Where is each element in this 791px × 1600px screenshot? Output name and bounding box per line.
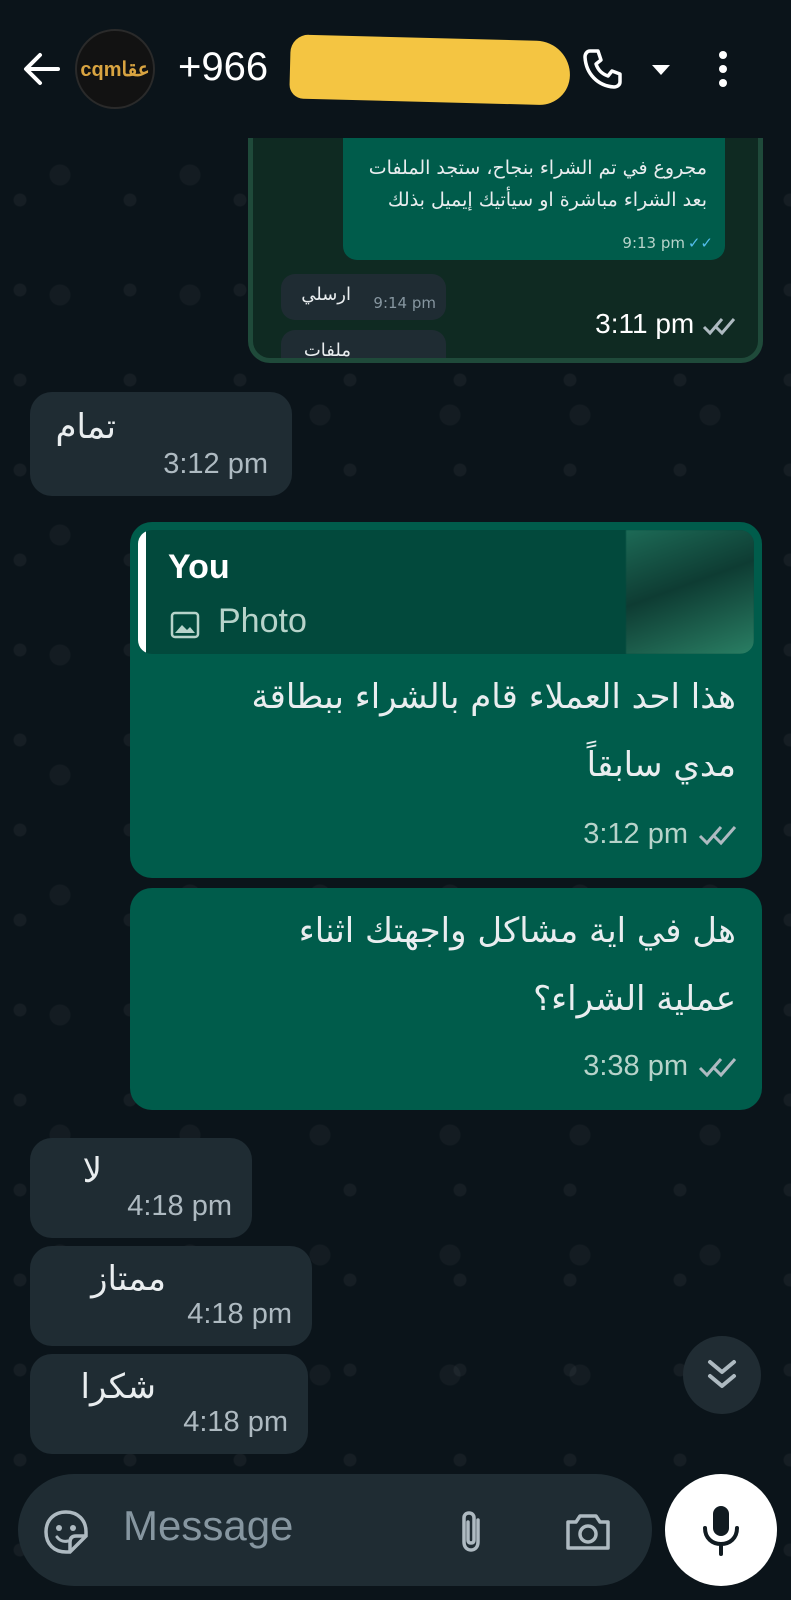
quote-author: You: [168, 548, 230, 586]
preview-incoming-bubble-1: ارسلي 9:14 pm: [281, 274, 446, 320]
more-options-icon[interactable]: [708, 45, 738, 93]
message-time: 4:18 pm: [127, 1190, 232, 1222]
outgoing-message[interactable]: هل في اية مشاكل واجهتك اثناء عملية الشرا…: [130, 888, 762, 1110]
sticker-icon[interactable]: [40, 1506, 92, 1558]
read-ticks-icon: [698, 826, 737, 846]
message-time: 4:18 pm: [187, 1298, 292, 1330]
message-time: 4:18 pm: [183, 1406, 288, 1438]
message-composer[interactable]: Message: [18, 1474, 652, 1586]
read-ticks-icon: [698, 1058, 737, 1078]
quote-accent-bar: [138, 530, 146, 654]
incoming-message[interactable]: تمام 3:12 pm: [30, 392, 292, 496]
phone-icon[interactable]: [578, 45, 626, 93]
quoted-screenshot-card[interactable]: مجروع في تم الشراء بنجاح، ستجد الملفات ب…: [248, 138, 763, 363]
preview-outgoing-time: 9:13 pm: [622, 234, 685, 252]
scroll-to-bottom-button[interactable]: [683, 1336, 761, 1414]
incoming-message[interactable]: لا 4:18 pm: [30, 1138, 252, 1238]
message-meta: 3:11 pm: [595, 308, 738, 340]
message-time: 3:11 pm: [595, 308, 695, 339]
message-text-line-1: هذا احد العملاء قام بالشراء ببطاقة: [251, 677, 736, 717]
message-text-line-2: عملية الشراء؟: [533, 979, 736, 1019]
message-text: لا: [82, 1151, 102, 1191]
message-text-line-2: مدي سابقاً: [586, 745, 736, 785]
preview-incoming-text-2: ملفات: [303, 340, 351, 361]
message-time: 3:38 pm: [583, 1050, 688, 1082]
preview-outgoing-text: مجروع في تم الشراء بنجاح، ستجد الملفات ب…: [368, 157, 707, 211]
message-time: 3:12 pm: [163, 448, 268, 480]
photo-icon: [170, 611, 200, 639]
attach-icon[interactable]: [446, 1506, 498, 1558]
avatar-logo: cqmعقا: [80, 58, 150, 81]
chevron-down-icon[interactable]: [646, 45, 676, 93]
message-text: تمام: [55, 407, 116, 447]
outgoing-reply-message[interactable]: You Photo هذا احد العملاء قام بالشراء بب…: [130, 522, 762, 878]
preview-outgoing-bubble: مجروع في تم الشراء بنجاح، ستجد الملفات ب…: [343, 138, 725, 260]
mic-button[interactable]: [665, 1474, 777, 1586]
preview-read-ticks-icon: ✓✓: [687, 234, 713, 252]
read-ticks-icon: [702, 317, 736, 335]
incoming-message[interactable]: شكرا 4:18 pm: [30, 1354, 308, 1454]
preview-incoming-text-1: ارسلي: [301, 284, 351, 305]
preview-incoming-time-1: 9:14 pm: [373, 294, 436, 312]
preview-incoming-bubble-2: ملفات: [281, 330, 446, 361]
chat-header: cqmعقا +966: [0, 0, 791, 138]
message-text-line-1: هل في اية مشاكل واجهتك اثناء: [298, 911, 736, 951]
microphone-icon: [703, 1506, 739, 1556]
contact-name[interactable]: +966: [178, 42, 268, 92]
back-arrow-icon[interactable]: [18, 45, 66, 93]
quote-thumbnail: [626, 530, 754, 654]
quote-type: Photo: [218, 602, 307, 640]
redaction-mark: [289, 34, 571, 106]
incoming-message[interactable]: ممتاز 4:18 pm: [30, 1246, 312, 1346]
message-text: شكرا: [80, 1367, 156, 1407]
camera-icon[interactable]: [562, 1506, 614, 1558]
message-time: 3:12 pm: [583, 818, 688, 850]
message-input[interactable]: Message: [123, 1502, 293, 1550]
quoted-message[interactable]: You Photo: [138, 530, 754, 654]
avatar[interactable]: cqmعقا: [75, 29, 155, 109]
double-chevron-down-icon: [708, 1360, 736, 1388]
message-text: ممتاز: [91, 1259, 166, 1299]
